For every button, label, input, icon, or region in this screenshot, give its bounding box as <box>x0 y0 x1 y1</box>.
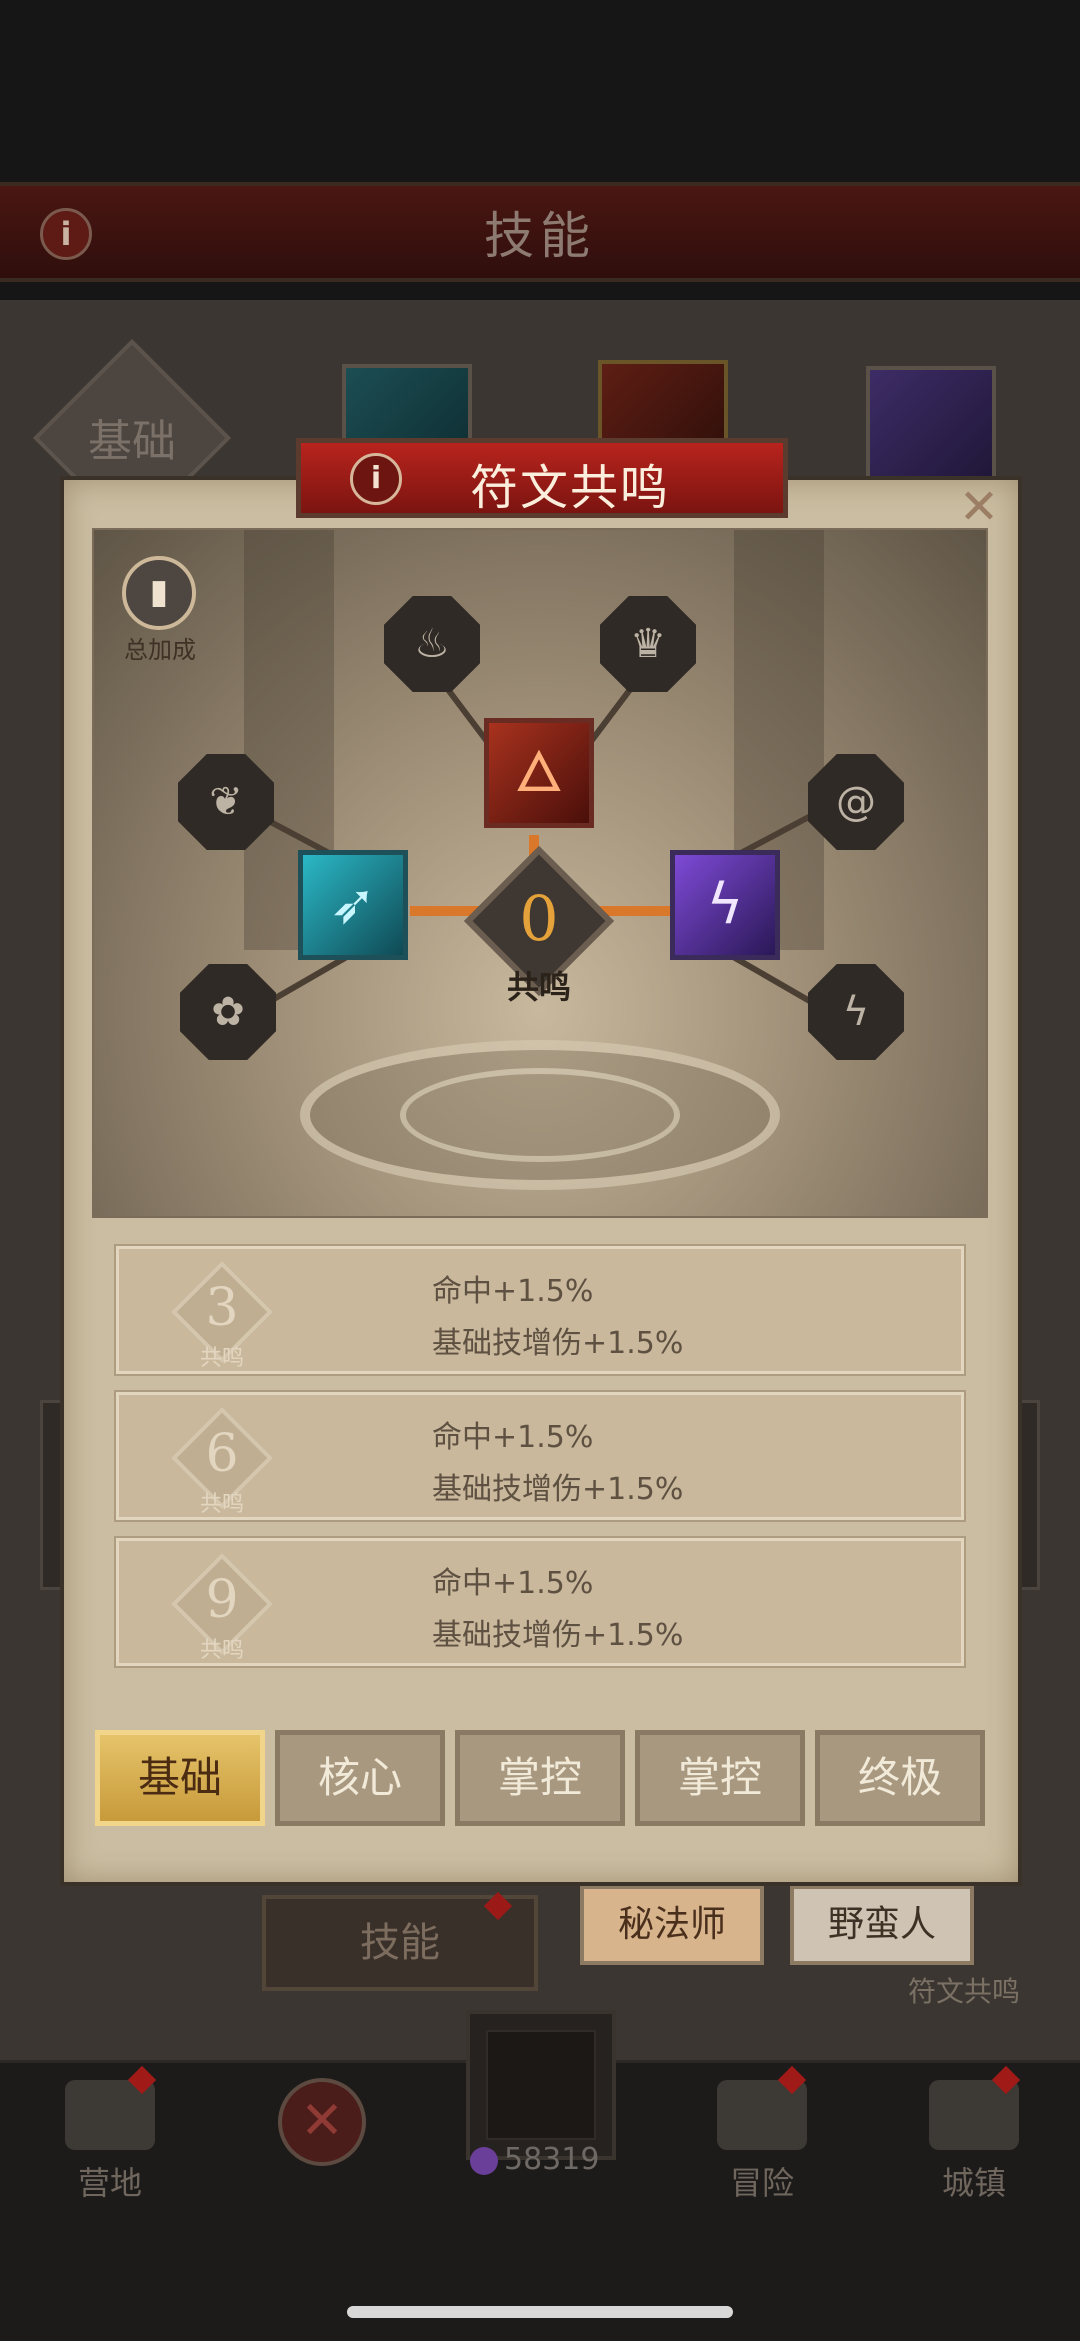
bonus-line: 基础技增伤+1.5% <box>432 1618 684 1653</box>
skill-header-title: 技能 <box>484 207 596 265</box>
rune-resonance-label[interactable]: 符文共鸣 <box>880 1970 1020 2010</box>
nav-camp-label: 营地 <box>77 2164 142 2202</box>
info-icon[interactable]: i <box>350 453 402 505</box>
tab-mastery-1[interactable]: 掌控 <box>455 1730 625 1826</box>
nav-adventure-label: 冒险 <box>729 2164 794 2202</box>
nav-adventure[interactable]: 冒险 <box>692 2080 832 2204</box>
resonance-level: 6 <box>205 1424 239 1484</box>
tab-mastery-2[interactable]: 掌控 <box>635 1730 805 1826</box>
bonus-line: 基础技增伤+1.5% <box>432 1472 684 1507</box>
fire-rune-icon[interactable]: ♨ <box>384 596 480 692</box>
resonance-level-sub: 共鸣 <box>199 1492 244 1517</box>
resonance-level: 9 <box>205 1570 239 1630</box>
home-indicator[interactable] <box>347 2306 733 2318</box>
bonus-line: 命中+1.5% <box>432 1420 594 1455</box>
tab-basic[interactable]: 基础 <box>95 1730 265 1826</box>
total-bonus-icon[interactable]: ▮ <box>122 556 196 630</box>
nav-town[interactable]: 城镇 <box>904 2080 1044 2204</box>
lightning-rune-icon[interactable]: ϟ <box>808 964 904 1060</box>
resonance-level-sub: 共鸣 <box>199 1346 244 1371</box>
game-screen: i 技能 基础 技能 秘法师 野蛮人 符文共鸣 营地 ✕ 58319 冒险 城镇… <box>0 0 1080 2341</box>
summoning-circle-inner <box>400 1068 680 1162</box>
bonus-line: 命中+1.5% <box>432 1274 594 1309</box>
leaf-rune-icon[interactable]: ❦ <box>178 754 274 850</box>
resonance-count: 0 <box>519 882 559 955</box>
close-icon[interactable]: ✕ <box>954 482 1004 532</box>
nav-town-label: 城镇 <box>941 2164 1006 2202</box>
bonus-line: 基础技增伤+1.5% <box>432 1326 684 1361</box>
bonus-line: 命中+1.5% <box>432 1566 594 1601</box>
currency-amount: 58319 <box>504 2142 600 2177</box>
nav-camp[interactable]: 营地 <box>40 2080 180 2204</box>
modal-title: 符文共鸣 <box>469 460 670 516</box>
tab-core[interactable]: 核心 <box>275 1730 445 1826</box>
basic-tab-label: 基础 <box>88 416 176 467</box>
tab-ultimate[interactable]: 终极 <box>815 1730 985 1826</box>
flower-rune-icon[interactable]: ✿ <box>180 964 276 1060</box>
flame-crown-rune-icon[interactable]: ♛ <box>600 596 696 692</box>
skull-icon <box>486 2030 596 2140</box>
resonance-level: 3 <box>205 1278 239 1338</box>
class-button-arcanist[interactable]: 秘法师 <box>580 1885 764 1965</box>
close-icon[interactable]: ✕ <box>278 2078 366 2166</box>
swirl-rune-icon[interactable]: @ <box>808 754 904 850</box>
resonance-label: 共鸣 <box>506 968 571 1006</box>
class-button-barbarian[interactable]: 野蛮人 <box>790 1885 974 1965</box>
thunder-school-icon[interactable]: ϟ <box>670 850 780 960</box>
ice-school-icon[interactable]: ➶ <box>298 850 408 960</box>
gem-icon <box>470 2146 498 2175</box>
total-bonus-label: 总加成 <box>124 636 196 664</box>
resonance-level-sub: 共鸣 <box>199 1638 244 1663</box>
currency-display: 58319 <box>470 2142 670 2177</box>
fire-school-icon[interactable]: 🜂 <box>484 718 594 828</box>
